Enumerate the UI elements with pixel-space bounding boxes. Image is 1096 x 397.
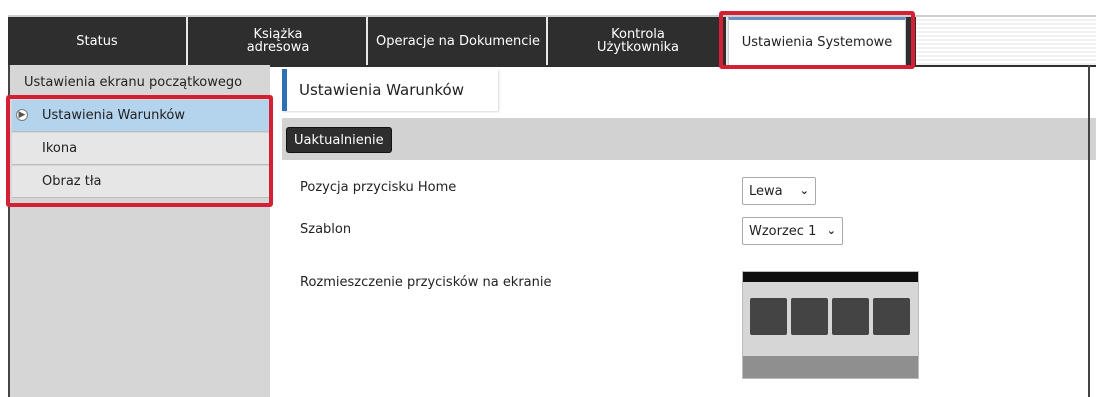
preview-button bbox=[832, 298, 869, 335]
tab-label: Ustawienia Systemowe bbox=[741, 35, 893, 50]
topbar-empty-area bbox=[916, 17, 1096, 65]
home-position-value: Lewa bbox=[749, 183, 783, 199]
tab-system-settings[interactable]: Ustawienia Systemowe bbox=[728, 17, 906, 65]
sidebar-item-condition-settings[interactable]: ▶ Ustawienia Warunków bbox=[12, 100, 270, 132]
chevron-down-icon: ⌄ bbox=[799, 184, 809, 197]
tab-label: Status bbox=[76, 33, 118, 49]
tab-document-operations[interactable]: Operacje na Dokumencie bbox=[370, 17, 548, 65]
sidebar-item-icon[interactable]: Ikona bbox=[12, 133, 270, 165]
sidebar-item-label: Ustawienia Warunków bbox=[42, 108, 186, 123]
preview-bottom-bar bbox=[743, 356, 918, 378]
preview-button bbox=[791, 298, 828, 335]
button-layout-preview bbox=[742, 271, 919, 379]
update-button[interactable]: Uaktualnienie bbox=[286, 127, 392, 153]
chevron-right-circle-icon: ▶ bbox=[16, 109, 28, 121]
right-border bbox=[1088, 65, 1090, 397]
preview-top-bar bbox=[743, 272, 918, 282]
tab-user-control[interactable]: Kontrola Użytkownika bbox=[550, 17, 728, 65]
toolbar: Uaktualnienie bbox=[282, 118, 1096, 160]
template-label: Szablon bbox=[300, 222, 352, 237]
tab-address-book[interactable]: Książka adresowa bbox=[190, 17, 368, 65]
home-position-label: Pozycja przycisku Home bbox=[300, 180, 457, 195]
layout-label: Rozmieszczenie przycisków na ekranie bbox=[300, 275, 552, 290]
tab-label: Operacje na Dokumencie bbox=[375, 33, 540, 49]
home-position-select[interactable]: Lewa ⌄ bbox=[742, 177, 816, 205]
tab-status[interactable]: Status bbox=[8, 17, 188, 65]
sidebar: Ustawienia ekranu początkowego ▶ Ustawie… bbox=[8, 65, 270, 397]
tab-label: Książka adresowa bbox=[246, 27, 310, 55]
chevron-down-icon: ⌄ bbox=[826, 224, 836, 237]
sidebar-item-label: Obraz tła bbox=[42, 174, 102, 189]
template-value: Wzorzec 1 bbox=[749, 223, 817, 239]
sidebar-item-background-image[interactable]: Obraz tła bbox=[12, 166, 270, 198]
template-select[interactable]: Wzorzec 1 ⌄ bbox=[742, 217, 843, 245]
page-title: Ustawienia Warunków bbox=[282, 69, 498, 111]
sidebar-item-label: Ikona bbox=[42, 141, 78, 156]
sidebar-header: Ustawienia ekranu początkowego bbox=[24, 74, 243, 90]
top-tab-bar: Status Książka adresowa Operacje na Doku… bbox=[8, 15, 1096, 67]
preview-button bbox=[873, 298, 910, 335]
tab-label: Kontrola Użytkownika bbox=[597, 27, 679, 55]
page-title-text: Ustawienia Warunków bbox=[299, 81, 465, 99]
preview-button bbox=[750, 298, 787, 335]
